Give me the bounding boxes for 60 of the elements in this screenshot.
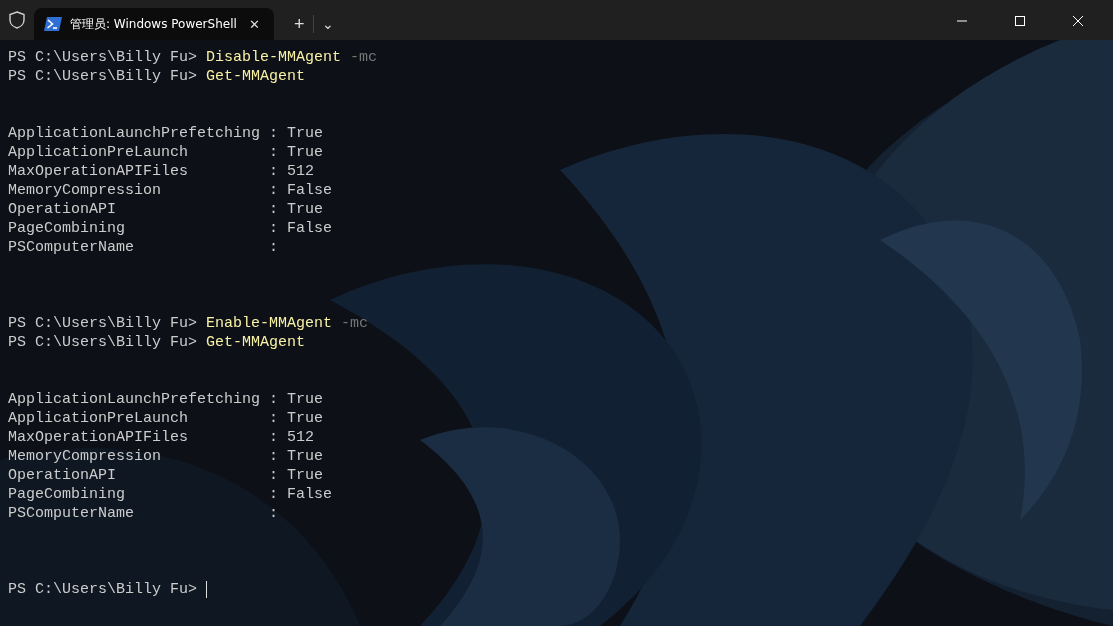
command-text: Get-MMAgent bbox=[206, 333, 306, 352]
parameter-text: -mc bbox=[350, 48, 378, 67]
close-icon[interactable] bbox=[1073, 16, 1083, 26]
separator-text: : bbox=[269, 390, 278, 409]
property-name: PageCombining bbox=[8, 219, 127, 238]
terminal-tab[interactable]: 管理员: Windows PowerShell ✕ bbox=[34, 8, 274, 40]
prompt-text: PS C:\Users\Billy Fu> bbox=[8, 580, 198, 599]
property-value: True bbox=[287, 466, 324, 485]
prompt-text: PS C:\Users\Billy Fu> bbox=[8, 314, 198, 333]
separator-text: : bbox=[269, 504, 278, 523]
prompt-text: PS C:\Users\Billy Fu> bbox=[8, 48, 198, 67]
property-value: False bbox=[287, 181, 333, 200]
separator-text: : bbox=[269, 181, 278, 200]
property-name: MaxOperationAPIFiles bbox=[8, 428, 190, 447]
property-name: MemoryCompression bbox=[8, 447, 163, 466]
property-value: True bbox=[287, 200, 324, 219]
property-name: MaxOperationAPIFiles bbox=[8, 162, 190, 181]
command-text: Disable-MMAgent bbox=[206, 48, 342, 67]
prompt-text: PS C:\Users\Billy Fu> bbox=[8, 67, 198, 86]
powershell-icon bbox=[44, 17, 62, 31]
separator-text: : bbox=[269, 200, 278, 219]
property-value: False bbox=[287, 485, 333, 504]
property-name: OperationAPI bbox=[8, 200, 118, 219]
separator-text: : bbox=[269, 238, 278, 257]
property-name: OperationAPI bbox=[8, 466, 118, 485]
dropdown-button[interactable]: ⌄ bbox=[313, 8, 342, 40]
property-value: False bbox=[287, 219, 333, 238]
property-name: ApplicationLaunchPrefetching bbox=[8, 390, 262, 409]
separator-text: : bbox=[269, 466, 278, 485]
command-text: Enable-MMAgent bbox=[206, 314, 333, 333]
separator-text: : bbox=[269, 409, 278, 428]
prompt-text: PS C:\Users\Billy Fu> bbox=[8, 333, 198, 352]
close-tab-button[interactable]: ✕ bbox=[245, 16, 264, 32]
maximize-icon[interactable] bbox=[1015, 16, 1025, 26]
property-value: 512 bbox=[287, 162, 315, 181]
shield-icon[interactable] bbox=[9, 11, 25, 29]
property-value: 512 bbox=[287, 428, 315, 447]
command-text: Get-MMAgent bbox=[206, 67, 306, 86]
separator-text: : bbox=[269, 447, 278, 466]
property-name: PSComputerName bbox=[8, 504, 136, 523]
property-value: True bbox=[287, 390, 324, 409]
parameter-text: -mc bbox=[341, 314, 369, 333]
property-name: PageCombining bbox=[8, 485, 127, 504]
property-name: ApplicationPreLaunch bbox=[8, 409, 190, 428]
property-value: True bbox=[287, 124, 324, 143]
new-tab-button[interactable]: + bbox=[286, 8, 313, 40]
property-value: True bbox=[287, 143, 324, 162]
separator-text: : bbox=[269, 124, 278, 143]
property-value: True bbox=[287, 409, 324, 428]
separator-text: : bbox=[269, 428, 278, 447]
separator-text: : bbox=[269, 485, 278, 504]
property-value: True bbox=[287, 447, 324, 466]
property-name: ApplicationLaunchPrefetching bbox=[8, 124, 262, 143]
tab-title: 管理员: Windows PowerShell bbox=[70, 15, 237, 33]
property-name: PSComputerName bbox=[8, 238, 136, 257]
property-name: ApplicationPreLaunch bbox=[8, 143, 190, 162]
separator-text: : bbox=[269, 162, 278, 181]
property-name: MemoryCompression bbox=[8, 181, 163, 200]
separator-text: : bbox=[269, 143, 278, 162]
separator-text: : bbox=[269, 219, 278, 238]
